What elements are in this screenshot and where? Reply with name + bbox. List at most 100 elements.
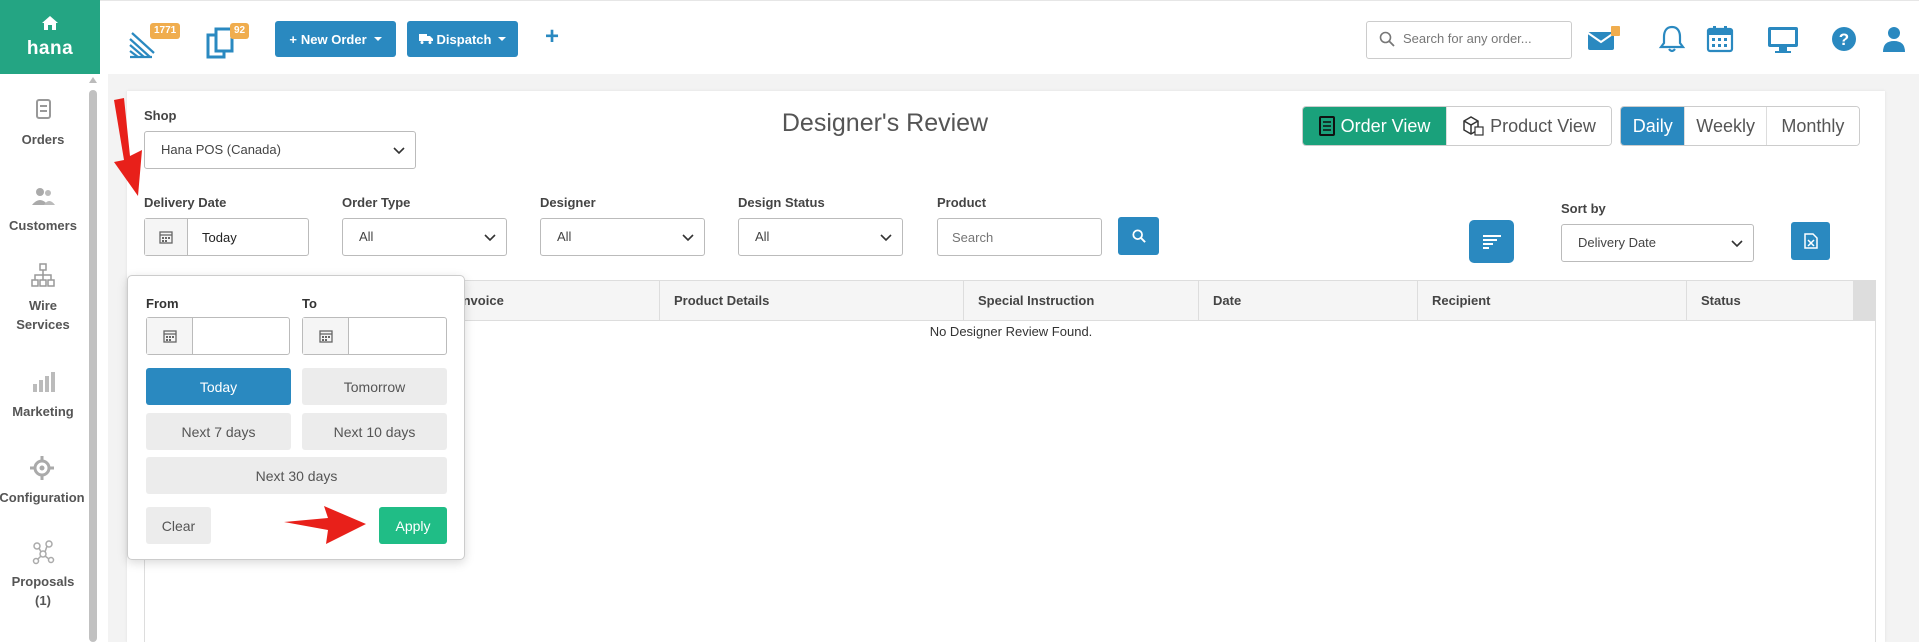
caret-down-icon: [373, 37, 382, 41]
calendar-icon: [318, 330, 333, 343]
page-title: Designer's Review: [781, 109, 989, 137]
brand-home-link[interactable]: hana: [0, 0, 100, 74]
user-icon[interactable]: [1878, 23, 1910, 55]
chevron-down-icon: [880, 234, 892, 242]
monitor-icon[interactable]: [1766, 23, 1800, 55]
caret-down-icon: [498, 37, 507, 41]
calendar-icon: [159, 231, 173, 244]
sidebar-item-configuration[interactable]: Configuration: [0, 454, 92, 507]
new-order-button[interactable]: + New Order: [275, 21, 396, 57]
sidebar-item-marketing[interactable]: Marketing: [0, 368, 86, 421]
delivery-date-field[interactable]: Today: [144, 218, 309, 256]
column-header-product-details[interactable]: Product Details: [659, 281, 963, 321]
sidebar-item-label-line1: Proposals: [11, 574, 75, 589]
shop-value: Hana POS (Canada): [161, 142, 281, 157]
box-icon: [1463, 116, 1484, 136]
product-search-button[interactable]: [1118, 217, 1159, 255]
sidebar-item-customers[interactable]: Customers: [0, 182, 86, 235]
sidebar-item-proposals[interactable]: Proposals (1): [0, 538, 86, 610]
plus-icon: +: [289, 31, 297, 47]
monthly-button[interactable]: Monthly: [1766, 107, 1859, 145]
marketing-icon: [33, 372, 55, 392]
bell-icon[interactable]: [1656, 23, 1688, 55]
configuration-icon: [30, 456, 54, 480]
search-icon: [1379, 31, 1395, 47]
preset-next-10-days-button[interactable]: Next 10 days: [302, 413, 447, 450]
preset-tomorrow-button[interactable]: Tomorrow: [302, 368, 447, 405]
product-view-label: Product View: [1490, 115, 1596, 136]
orders-icon: [36, 99, 51, 119]
excel-file-icon: [1803, 233, 1818, 249]
from-date-field[interactable]: [146, 317, 290, 355]
preset-today-button[interactable]: Today: [146, 368, 291, 405]
column-header-invoice[interactable]: Invoice: [445, 281, 659, 321]
order-search-input[interactable]: [1403, 31, 1563, 46]
dispatch-button[interactable]: Dispatch: [407, 21, 518, 57]
sidebar-item-wire-services[interactable]: Wire Services: [0, 262, 86, 334]
orders-queue-button[interactable]: 1771: [128, 23, 181, 59]
design-status-select[interactable]: All: [738, 218, 903, 256]
sort-direction-button[interactable]: [1469, 220, 1514, 263]
brand-name: hana: [26, 38, 74, 59]
sidebar-scrollbar[interactable]: [88, 74, 98, 642]
sidebar-item-orders[interactable]: Orders: [0, 96, 86, 149]
svg-text:?: ?: [1839, 30, 1849, 49]
preset-next-30-days-button[interactable]: Next 30 days: [146, 457, 447, 494]
delivery-date-value: Today: [202, 230, 237, 245]
sidebar-item-label: Configuration: [0, 490, 85, 505]
scroll-up-arrow-icon[interactable]: [89, 77, 97, 83]
column-header-recipient[interactable]: Recipient: [1417, 281, 1686, 321]
app-root: hana Orders Customers Wire Services Mark…: [0, 0, 1919, 642]
help-icon[interactable]: ?: [1828, 23, 1860, 55]
chevron-down-icon: [484, 234, 496, 242]
product-label: Product: [937, 195, 987, 210]
clear-button[interactable]: Clear: [146, 507, 211, 544]
calendar-addon: [145, 219, 188, 255]
column-header-special-instruction[interactable]: Special Instruction: [963, 281, 1198, 321]
product-view-button[interactable]: Product View: [1447, 107, 1611, 145]
annotation-arrow-down: [114, 98, 142, 196]
customers-icon: [32, 188, 55, 205]
calendar-icon[interactable]: [1704, 23, 1736, 55]
export-excel-button[interactable]: [1791, 222, 1830, 260]
document-icon: [1318, 116, 1335, 136]
topbar: 1771 92 + New Order Dispatch + ?: [100, 0, 1919, 74]
weekly-button[interactable]: Weekly: [1685, 107, 1767, 145]
chevron-down-icon: [393, 147, 405, 155]
order-type-label: Order Type: [342, 195, 411, 210]
apply-button[interactable]: Apply: [379, 507, 447, 544]
designer-select[interactable]: All: [540, 218, 705, 256]
search-icon: [1131, 229, 1146, 243]
scroll-thumb[interactable]: [89, 90, 97, 642]
calendar-addon: [147, 318, 193, 354]
order-search-box[interactable]: [1366, 21, 1572, 59]
preset-next-7-days-button[interactable]: Next 7 days: [146, 413, 291, 450]
deliveries-button[interactable]: 92: [206, 23, 254, 59]
mail-icon[interactable]: [1587, 23, 1621, 55]
delivery-date-label: Delivery Date: [144, 195, 227, 210]
sidebar-item-label: Customers: [9, 218, 77, 233]
order-view-button[interactable]: Order View: [1303, 107, 1448, 145]
proposals-icon: [32, 540, 55, 565]
table-scrollbar-corner: [1853, 281, 1875, 321]
chevron-down-icon: [1731, 240, 1743, 248]
column-header-date[interactable]: Date: [1198, 281, 1417, 321]
from-label: From: [146, 296, 179, 311]
sort-by-select[interactable]: Delivery Date: [1561, 224, 1754, 262]
order-view-label: Order View: [1340, 115, 1431, 136]
product-search-input[interactable]: [937, 218, 1102, 256]
sort-by-value: Delivery Date: [1578, 235, 1657, 250]
to-date-field[interactable]: [302, 317, 447, 355]
order-type-select[interactable]: All: [342, 218, 507, 256]
order-type-value: All: [359, 229, 374, 244]
column-header-status[interactable]: Status: [1686, 281, 1855, 321]
annotation-arrow-right: [284, 506, 366, 544]
to-label: To: [302, 296, 317, 311]
chevron-down-icon: [682, 234, 694, 242]
add-plus-icon[interactable]: +: [545, 23, 559, 51]
calendar-addon: [303, 318, 349, 354]
deliveries-count-badge: 92: [230, 23, 250, 39]
shop-select[interactable]: Hana POS (Canada): [144, 131, 416, 169]
calendar-icon: [162, 330, 177, 343]
daily-button[interactable]: Daily: [1621, 107, 1686, 145]
